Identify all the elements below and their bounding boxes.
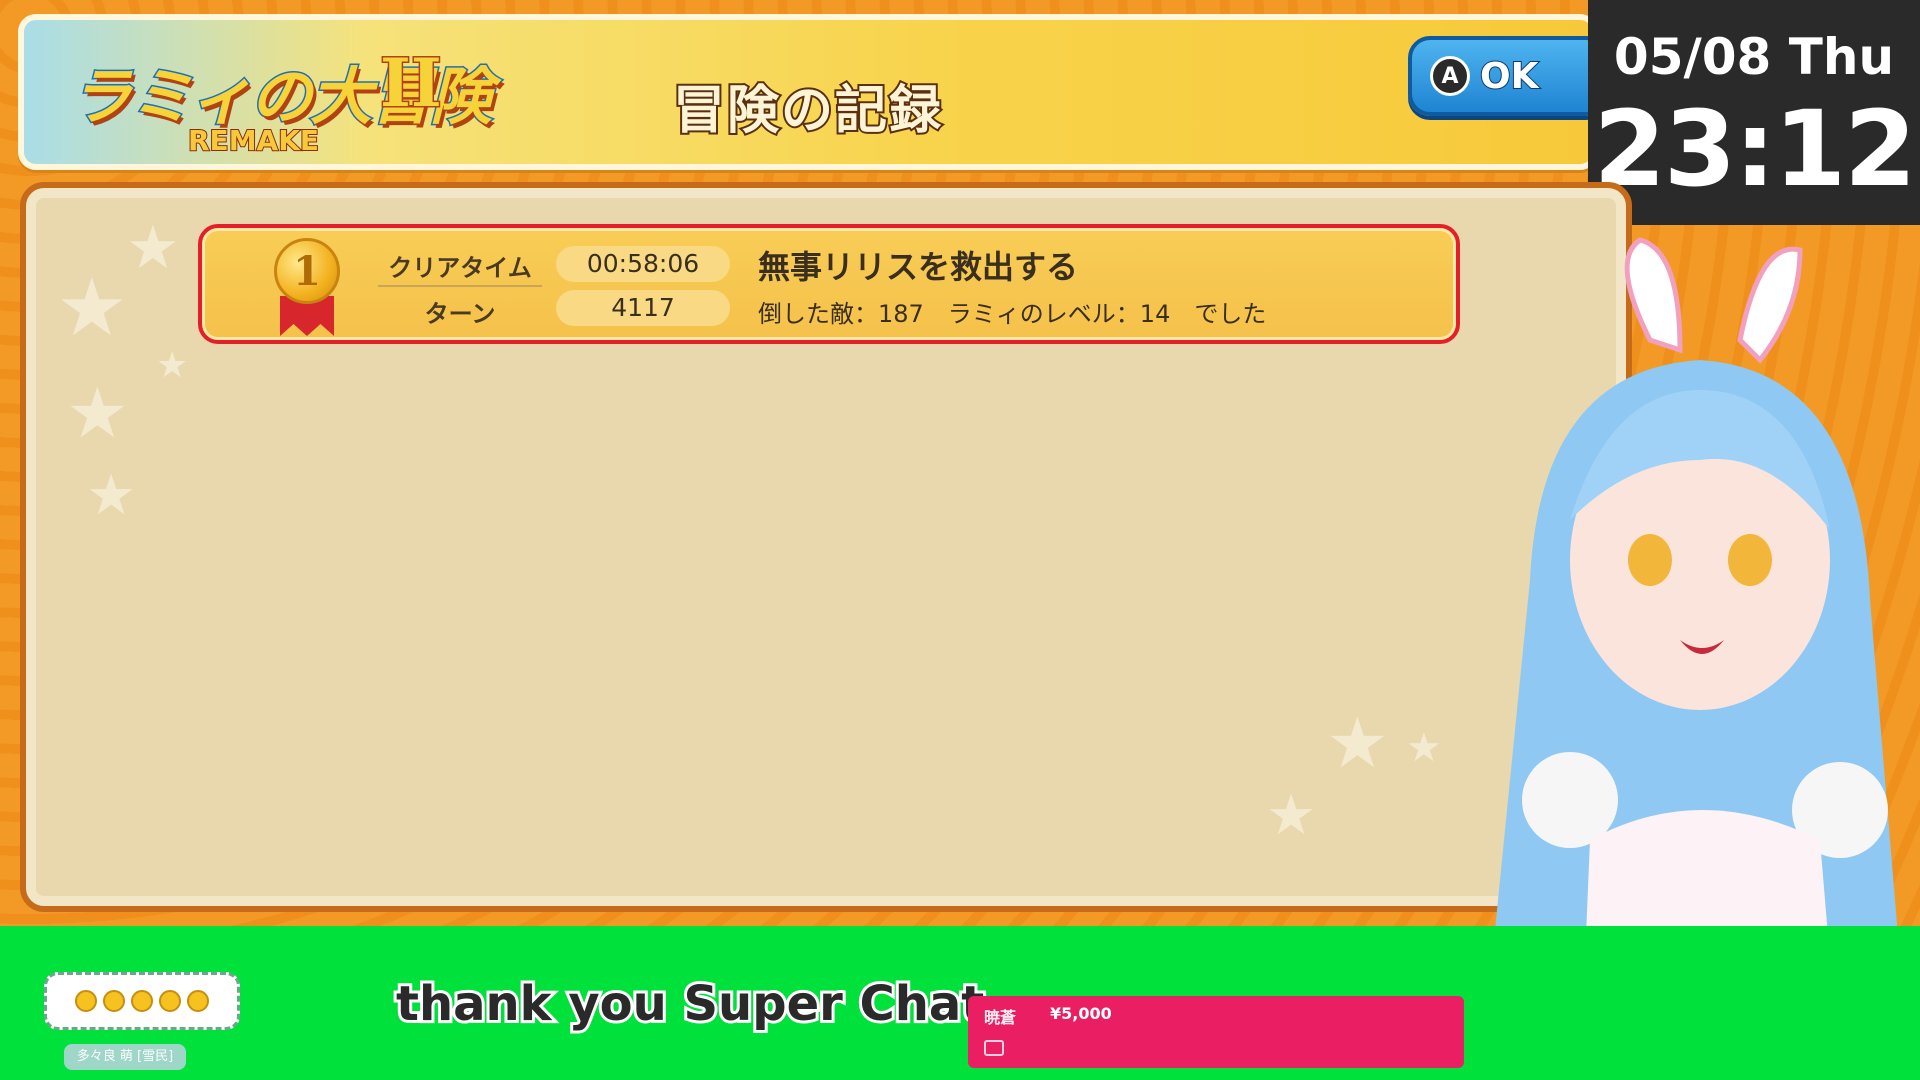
page-title: 冒険の記録 bbox=[671, 79, 943, 143]
stat-divider bbox=[378, 285, 542, 287]
star-decoration-icon: ★ bbox=[126, 213, 180, 283]
clap-icon bbox=[131, 990, 153, 1012]
star-decoration-icon: ★ bbox=[1406, 725, 1442, 771]
star-decoration-icon: ★ bbox=[1326, 702, 1389, 784]
clear-time-label: クリアタイム bbox=[388, 254, 532, 282]
ok-label: OK bbox=[1479, 55, 1539, 98]
record-panel: ★ ★ ★ ★ ★ ★ ★ ★ 1 クリアタイム ターン 00:58:06 41… bbox=[20, 182, 1632, 912]
clap-icon bbox=[75, 990, 97, 1012]
star-decoration-icon: ★ bbox=[86, 463, 137, 528]
stream-clock: 05/08 Thu 23:12 bbox=[1588, 0, 1920, 225]
clock-date: 05/08 Thu bbox=[1613, 28, 1895, 86]
turn-value: 4117 bbox=[556, 290, 730, 326]
star-decoration-icon: ★ bbox=[156, 345, 189, 386]
viewer-name-tag: 多々良 萌 [雪民] bbox=[64, 1044, 186, 1070]
clap-icon bbox=[187, 990, 209, 1012]
star-decoration-icon: ★ bbox=[1266, 783, 1317, 848]
a-button-icon: A bbox=[1430, 56, 1470, 96]
medal-icon: 1 bbox=[266, 238, 346, 338]
superchat-card: 暁蒼 ¥5,000 bbox=[968, 996, 1464, 1068]
clock-time: 23:12 bbox=[1593, 88, 1916, 210]
superchat-name: 暁蒼 bbox=[984, 1008, 1017, 1027]
clap-icon bbox=[159, 990, 181, 1012]
turn-label: ターン bbox=[424, 300, 496, 328]
record-detail: 倒した敵：187 ラミィのレベル：14 でした bbox=[758, 300, 1267, 328]
star-decoration-icon: ★ bbox=[56, 261, 128, 354]
superchat-caption: thank you Super Chat bbox=[393, 973, 987, 1035]
clear-time-value: 00:58:06 bbox=[556, 246, 730, 282]
record-row[interactable]: 1 クリアタイム ターン 00:58:06 4117 無事リリスを救出する 倒し… bbox=[198, 224, 1460, 344]
star-decoration-icon: ★ bbox=[66, 372, 129, 454]
stamp-box bbox=[44, 972, 240, 1030]
clap-icon bbox=[103, 990, 125, 1012]
message-icon bbox=[984, 1040, 1004, 1056]
record-title: 無事リリスを救出する bbox=[758, 248, 1079, 286]
superchat-amount: ¥5,000 bbox=[1050, 1004, 1112, 1023]
greenscreen-bar: 多々良 萌 [雪民] thank you Super Chat 暁蒼 ¥5,00… bbox=[0, 926, 1920, 1080]
ok-button[interactable]: A OK bbox=[1408, 36, 1608, 116]
medal-rank: 1 bbox=[274, 238, 340, 304]
game-header: ラミィの大冒険 II REMAKE 冒険の記録 bbox=[18, 14, 1598, 170]
